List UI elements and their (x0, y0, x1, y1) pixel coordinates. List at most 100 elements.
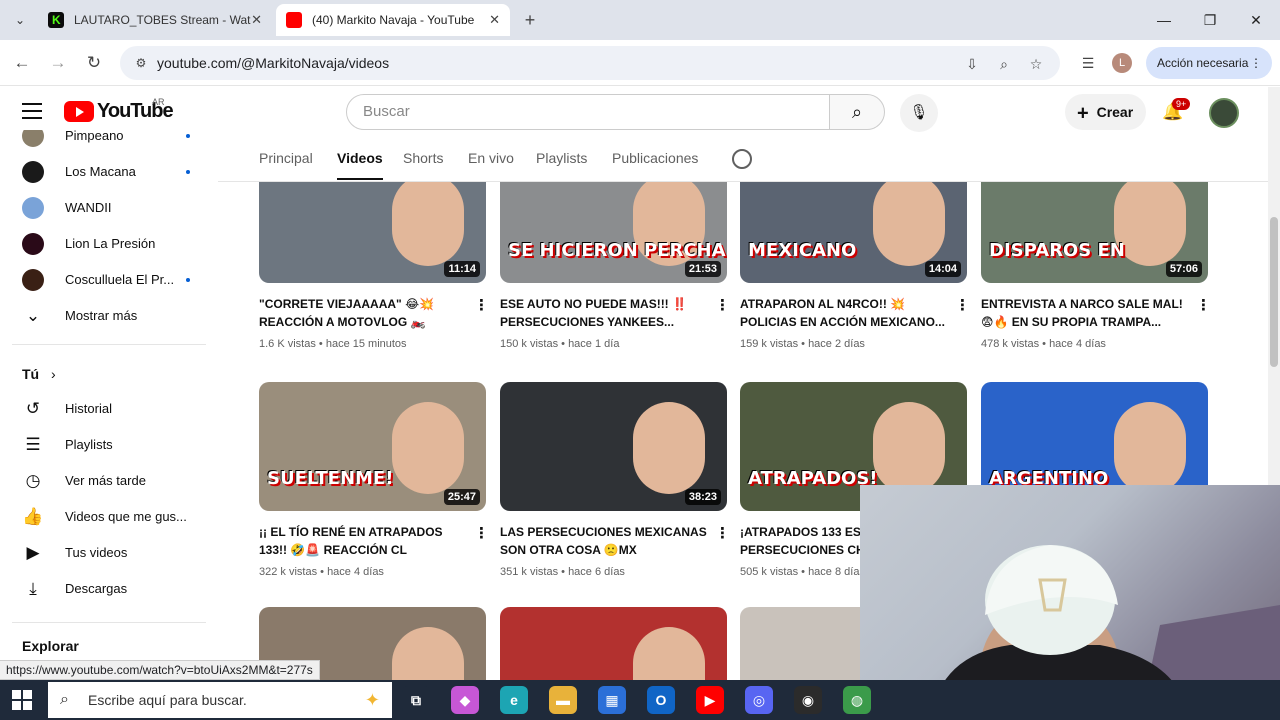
site-info-icon[interactable]: ⚙ (132, 54, 150, 72)
download-icon: ⤓ (29, 579, 37, 598)
you-heading[interactable]: Tú › (22, 366, 56, 382)
video-title[interactable]: "CORRETE VIEJAAAAA" 😂💥 REACCIÓN A MOTOVL… (259, 295, 471, 331)
file-explorer-icon[interactable]: ▬ (549, 686, 577, 714)
sidebar-subscription-item[interactable]: Los Macana (12, 154, 206, 190)
sidebar-item[interactable]: 👍 Videos que me gus... (12, 499, 206, 535)
video-meta: 505 k vistas • hace 8 días (740, 566, 865, 578)
search-button[interactable]: ⌕ (829, 94, 885, 130)
store-icon[interactable]: ▦ (598, 686, 626, 714)
video-thumbnail[interactable]: DISPAROS EN 57:06 (981, 182, 1208, 283)
tab-youtube[interactable]: (40) Markito Navaja - YouTube ✕ (276, 4, 510, 36)
minimize-icon[interactable]: — (1152, 8, 1176, 32)
sidebar-subscription-item[interactable]: Pimpeano (12, 130, 206, 154)
microphone-icon: 🎙 (909, 104, 929, 121)
create-label: Crear (1096, 104, 1134, 120)
action-required-button[interactable]: Acción necesaria ⋮ (1146, 47, 1272, 79)
history-icon: ↺ (25, 399, 41, 418)
reload-icon[interactable]: ↻ (81, 50, 107, 76)
video-thumbnail[interactable]: SE HICIERON PERCHA! 21:53 (500, 182, 727, 283)
create-button[interactable]: + Crear (1065, 94, 1146, 130)
tab-kick-stream[interactable]: K LAUTARO_TOBES Stream - Wat ✕ (38, 4, 272, 36)
upload-age: hace 1 día (568, 338, 620, 350)
scrollbar-thumb[interactable] (1270, 217, 1278, 367)
back-icon[interactable]: ← (9, 50, 35, 76)
taskbar-search-input[interactable]: ⌕ Escribe aquí para buscar. ✦ (48, 682, 392, 718)
discord-icon[interactable]: ◎ (745, 686, 773, 714)
video-title[interactable]: ¡¡ EL TÍO RENÉ EN ATRAPADOS 133!! 🤣🚨 REA… (259, 523, 471, 559)
sidebar: Pimpeano Los Macana WANDII Lion La Presión C… (0, 130, 210, 680)
media-controls-icon[interactable]: ☰ (1075, 50, 1101, 76)
restore-icon[interactable]: ❐ (1198, 8, 1222, 32)
video-thumbnail[interactable]: LIDER N4RCO (500, 607, 727, 680)
windows-start-icon[interactable] (12, 690, 32, 710)
chrome-icon[interactable]: ◍ (843, 686, 871, 714)
video-thumbnail[interactable]: 11:14 (259, 182, 486, 283)
profile-avatar[interactable]: L (1112, 53, 1132, 73)
video-title[interactable]: ENTREVISTA A NARCO SALE MAL! 😨🔥 EN SU PR… (981, 295, 1193, 331)
notifications-badge: 9+ (1172, 98, 1191, 110)
search-icon: ⌕ (851, 102, 863, 122)
outlook-icon[interactable]: O (647, 686, 675, 714)
forward-icon[interactable]: → (45, 50, 71, 76)
voice-search-button[interactable]: 🎙 (900, 94, 938, 132)
more-actions-icon[interactable]: ⋮ (955, 296, 970, 314)
sidebar-item[interactable]: ⤓ Descargas (12, 571, 206, 607)
show-more-label: Mostrar más (65, 308, 138, 323)
close-tab-icon[interactable]: ✕ (251, 4, 262, 36)
more-actions-icon[interactable]: ⋮ (715, 296, 730, 314)
channel-search-icon[interactable] (732, 149, 752, 169)
youtube-logo-icon[interactable] (64, 101, 94, 122)
account-avatar[interactable] (1209, 98, 1239, 128)
more-actions-icon[interactable]: ⋮ (474, 524, 489, 542)
sidebar-item-label: Playlists (65, 437, 113, 452)
video-title[interactable]: ESE AUTO NO PUEDE MAS!!! ‼️ PERSECUCIONE… (500, 295, 712, 331)
search-input[interactable]: Buscar (346, 94, 830, 130)
channel-tab[interactable]: Publicaciones (612, 140, 698, 180)
sidebar-subscription-item[interactable]: Cosculluela El Pr... (12, 262, 206, 298)
new-content-dot (186, 278, 190, 282)
duration-badge: 25:47 (443, 489, 480, 505)
channel-tab[interactable]: Principal (259, 140, 313, 180)
sidebar-item[interactable]: ◷ Ver más tarde (12, 463, 206, 499)
video-thumbnail[interactable]: MEXICANO 14:04 (740, 182, 967, 283)
show-more-button[interactable]: ⌄ Mostrar más (12, 298, 206, 334)
channel-tab[interactable]: Playlists (536, 140, 587, 180)
link-status-url: https://www.youtube.com/watch?v=btoUiAxs… (0, 660, 320, 680)
video-thumbnail[interactable]: 38:23 (500, 382, 727, 511)
task-view-icon[interactable]: ⧉ (402, 686, 430, 714)
channel-tab[interactable]: Shorts (403, 140, 443, 180)
youtube-app-icon[interactable]: ▶ (696, 686, 724, 714)
edge-icon[interactable]: e (500, 686, 528, 714)
more-actions-icon[interactable]: ⋮ (1196, 296, 1211, 314)
video-title[interactable]: LAS PERSECUCIONES MEXICANAS SON OTRA COS… (500, 523, 712, 559)
subscription-label: Cosculluela El Pr... (65, 272, 175, 287)
window-close-icon[interactable]: ✕ (1244, 8, 1268, 32)
more-actions-icon[interactable]: ⋮ (474, 296, 489, 314)
channel-tab[interactable]: Videos (337, 140, 383, 180)
sidebar-item-label: Historial (65, 401, 112, 416)
address-bar[interactable]: ⚙ youtube.com/@MarkitoNavaja/videos ⇩ ⌕ … (120, 46, 1060, 80)
sidebar-item-label: Videos que me gus... (65, 509, 187, 524)
more-actions-icon[interactable]: ⋮ (715, 524, 730, 542)
menu-icon[interactable] (22, 103, 42, 119)
sidebar-item[interactable]: ☰ Playlists (12, 427, 206, 463)
channel-tab[interactable]: En vivo (468, 140, 514, 180)
new-tab-icon[interactable]: + (518, 8, 542, 32)
sidebar-subscription-item[interactable]: Lion La Presión (12, 226, 206, 262)
thumbnail-overlay-text: SUELTENME! (267, 468, 394, 489)
sidebar-item[interactable]: ↺ Historial (12, 391, 206, 427)
tab-search-icon[interactable]: ⌄ (8, 8, 32, 32)
copilot-icon[interactable]: ◆ (451, 686, 479, 714)
zoom-icon[interactable]: ⌕ (994, 54, 1014, 74)
bookmark-star-icon[interactable]: ☆ (1026, 54, 1046, 74)
sidebar-item[interactable]: ▶ Tus videos (12, 535, 206, 571)
obs-icon[interactable]: ◉ (794, 686, 822, 714)
duration-badge: 38:23 (684, 489, 721, 505)
more-options-icon[interactable]: ⋮ (1250, 47, 1262, 79)
close-tab-icon[interactable]: ✕ (489, 4, 500, 36)
install-app-icon[interactable]: ⇩ (962, 54, 982, 74)
sidebar-subscription-item[interactable]: WANDII (12, 190, 206, 226)
upload-age: hace 6 días (568, 566, 625, 578)
video-title[interactable]: ATRAPARON AL N4RCO!! 💥 POLICIAS EN ACCIÓ… (740, 295, 952, 331)
video-thumbnail[interactable]: SUELTENME! 25:47 (259, 382, 486, 511)
